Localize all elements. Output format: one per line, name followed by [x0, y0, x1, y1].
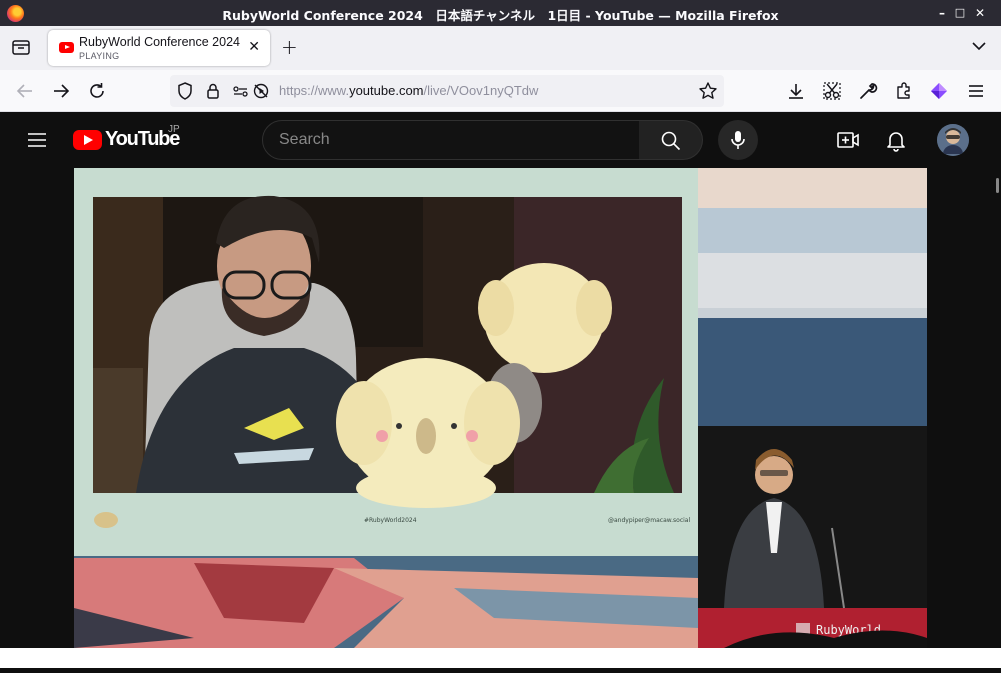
- chevron-down-icon[interactable]: [971, 38, 987, 58]
- notifications-bell-icon[interactable]: [884, 128, 908, 152]
- search-icon: [661, 131, 681, 151]
- wrench-icon[interactable]: [858, 81, 878, 101]
- page-scrollbar[interactable]: [996, 178, 999, 193]
- video-player[interactable]: RubyWorld #RubyWorld2024 @andypiper@maca…: [74, 168, 927, 648]
- title-bar: RubyWorld Conference 2024 日本語チャンネル 1日目 -…: [0, 0, 1001, 26]
- screenshot-icon[interactable]: [822, 81, 842, 101]
- slide-hashtag: #RubyWorld2024: [364, 517, 417, 524]
- youtube-favicon-icon: [59, 42, 74, 53]
- search-input[interactable]: [279, 129, 619, 151]
- youtube-header: YouTube JP: [0, 112, 1001, 168]
- bookmark-star-icon[interactable]: [698, 81, 718, 101]
- youtube-logo[interactable]: YouTube: [73, 128, 180, 153]
- youtube-play-icon: [73, 130, 102, 150]
- maximize-button[interactable]: □: [951, 4, 969, 22]
- tab-playing-label: PLAYING: [79, 51, 120, 61]
- search-box: [262, 120, 640, 160]
- region-code: JP: [168, 124, 180, 135]
- downloads-icon[interactable]: [786, 81, 806, 101]
- forward-arrow-icon[interactable]: [51, 81, 71, 101]
- address-bar[interactable]: https://www.youtube.com/live/VOov1nyQTdw: [170, 75, 724, 107]
- browser-window: RubyWorld Conference 2024 日本語チャンネル 1日目 -…: [0, 0, 1001, 673]
- guide-menu-icon[interactable]: [27, 130, 47, 150]
- hamburger-menu-icon[interactable]: [966, 81, 986, 101]
- page-bottom-area: [0, 648, 1001, 673]
- window-title: RubyWorld Conference 2024 日本語チャンネル 1日目 -…: [222, 8, 779, 23]
- video-frame: RubyWorld #RubyWorld2024 @andypiper@maca…: [74, 168, 927, 648]
- create-video-icon[interactable]: [836, 128, 860, 152]
- tab-title: RubyWorld Conference 2024: [79, 35, 240, 49]
- close-tab-icon[interactable]: ✕: [248, 39, 260, 55]
- reload-icon[interactable]: [87, 81, 107, 101]
- minimize-button[interactable]: –: [933, 4, 951, 22]
- voice-search-button[interactable]: [718, 120, 758, 160]
- tab-youtube[interactable]: RubyWorld Conference 2024 PLAYING ✕: [48, 30, 270, 66]
- extensions-puzzle-icon[interactable]: [894, 81, 914, 101]
- tab-strip: RubyWorld Conference 2024 PLAYING ✕ +: [0, 26, 1001, 70]
- microphone-icon: [731, 131, 745, 149]
- navigation-bar: https://www.youtube.com/live/VOov1nyQTdw: [0, 70, 1001, 112]
- close-window-button[interactable]: ✕: [971, 4, 989, 22]
- back-arrow-icon[interactable]: [15, 81, 35, 101]
- url-text[interactable]: https://www.youtube.com/live/VOov1nyQTdw: [279, 83, 538, 98]
- new-tab-button[interactable]: +: [281, 35, 298, 59]
- autoplay-blocked-icon[interactable]: [252, 81, 272, 101]
- youtube-page: YouTube JP Search RubyWorld #RubyWorld20…: [0, 112, 1001, 673]
- permissions-icon[interactable]: [232, 81, 252, 101]
- shield-icon[interactable]: [176, 81, 196, 101]
- account-avatar[interactable]: [937, 124, 969, 156]
- search-button[interactable]: [639, 120, 703, 160]
- firefox-view-icon[interactable]: [10, 36, 32, 58]
- lock-icon[interactable]: [204, 81, 224, 101]
- extension-gem-icon[interactable]: [929, 81, 949, 101]
- slide-handle: @andypiper@macaw.social: [608, 517, 690, 524]
